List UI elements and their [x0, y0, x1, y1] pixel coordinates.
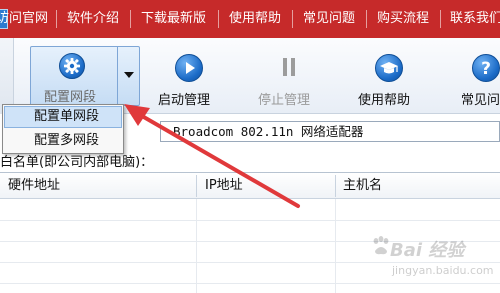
menu-separator	[366, 10, 367, 28]
menu-separator	[56, 10, 57, 28]
faq-label: 常见问	[461, 93, 500, 108]
play-icon	[175, 54, 203, 82]
toolbar: 配置网段 启动管理 停止管理 使用帮助 ? 常见问	[0, 38, 500, 114]
column-gridline	[335, 199, 336, 293]
stop-management-button[interactable]: 停止管理	[258, 50, 322, 108]
column-gridline	[196, 199, 197, 293]
faq-button[interactable]: ? 常见问	[458, 50, 500, 108]
column-header-ip[interactable]: IP地址	[205, 173, 243, 199]
menu-item-faq[interactable]: 常见问题	[303, 0, 355, 38]
config-network-dropdown-menu: 配置单网段 配置多网段	[2, 104, 124, 154]
watermark-url: jingyan.baidu.com	[392, 264, 494, 277]
baidu-jingyan-watermark: Bai 经验 jingyan.baidu.com	[370, 230, 498, 292]
network-adapter-value: Broadcom 802.11n 网络适配器	[173, 124, 364, 139]
menu-item-config-multi-segment[interactable]: 配置多网段	[4, 130, 122, 152]
question-icon: ?	[472, 54, 500, 82]
usage-help-label: 使用帮助	[358, 93, 411, 108]
pause-icon	[276, 54, 304, 82]
start-management-button[interactable]: 启动管理	[158, 50, 222, 108]
top-menu-bar: 访问官网 软件介绍 下载最新版 使用帮助 常见问题 购买流程 联系我们	[0, 0, 500, 38]
network-adapter-select[interactable]: Broadcom 802.11n 网络适配器	[160, 121, 500, 142]
menu-item-download-latest[interactable]: 下载最新版	[141, 0, 206, 38]
gear-icon	[59, 53, 85, 79]
menu-separator	[218, 10, 219, 28]
graduation-cap-icon	[375, 54, 403, 82]
menu-separator	[130, 10, 131, 28]
table-row	[0, 220, 500, 221]
toolbar-grip	[0, 38, 14, 114]
config-network-button[interactable]: 配置网段	[31, 47, 117, 105]
menu-item-official-site[interactable]: 访问官网	[0, 0, 48, 38]
menu-item-contact-us[interactable]: 联系我们	[450, 0, 500, 38]
stop-management-label: 停止管理	[258, 93, 311, 108]
menu-item-purchase-process[interactable]: 购买流程	[377, 0, 429, 38]
table-header: 硬件地址 IP地址 主机名	[0, 173, 500, 199]
baidu-paw-icon	[373, 236, 389, 255]
menu-separator	[440, 10, 441, 28]
chevron-down-icon	[124, 72, 134, 78]
svg-text:?: ?	[481, 59, 491, 79]
column-header-mac[interactable]: 硬件地址	[8, 173, 60, 199]
usage-help-button[interactable]: 使用帮助	[358, 50, 422, 108]
column-header-hostname[interactable]: 主机名	[343, 173, 382, 199]
column-separator[interactable]	[196, 175, 197, 197]
config-network-label: 配置网段	[44, 90, 97, 105]
menu-item-usage-help[interactable]: 使用帮助	[229, 0, 281, 38]
watermark-brand: Bai 经验	[390, 240, 465, 261]
menu-item-software-intro[interactable]: 软件介绍	[67, 0, 119, 38]
column-separator[interactable]	[335, 175, 336, 197]
config-network-split-button[interactable]: 配置网段	[30, 46, 140, 106]
menu-item-config-single-segment[interactable]: 配置单网段	[4, 106, 122, 128]
config-network-dropdown-arrow[interactable]	[118, 47, 140, 105]
start-management-label: 启动管理	[158, 93, 211, 108]
menu-separator	[292, 10, 293, 28]
